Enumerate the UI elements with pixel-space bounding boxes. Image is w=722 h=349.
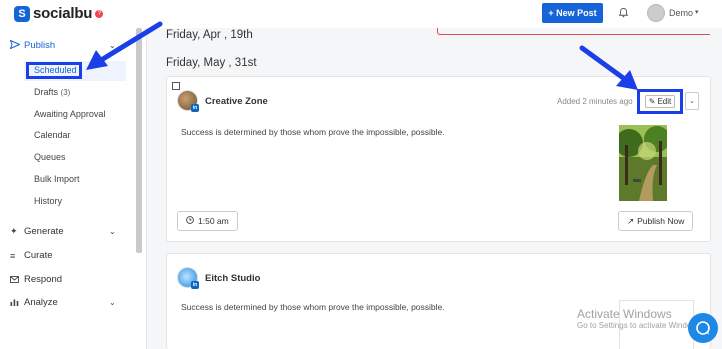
sidebar-item-awaiting-approval[interactable]: Awaiting Approval [34,109,105,119]
post-card: in Eitch Studio Success is determined by… [166,253,711,349]
account-name: Creative Zone [205,96,268,107]
curate-icon: ≡ [10,250,16,261]
user-avatar[interactable] [647,4,665,22]
sidebar-item-curate[interactable]: ≡ Curate [10,250,53,261]
sidebar-item-label: Generate [24,226,64,237]
help-badge-icon[interactable]: ? [95,9,104,18]
previous-card-edge [437,28,710,35]
sidebar-item-generate[interactable]: ✦ Generate [10,226,64,237]
bell-icon[interactable] [618,7,629,21]
post-text: Success is determined by those whom prov… [181,302,445,312]
select-checkbox[interactable] [172,82,180,90]
paper-plane-icon [9,39,21,51]
more-options-chevron-icon[interactable]: ⌄ [685,92,699,110]
sidebar-item-label: Analyze [24,297,58,308]
drafts-count: (3) [60,88,71,97]
mail-icon [10,275,20,285]
sidebar-item-respond[interactable]: Respond [10,274,62,285]
sidebar-item-analyze[interactable]: Analyze [10,297,58,308]
date-heading: Friday, Apr , 19th [166,29,253,41]
post-text: Success is determined by those whom prov… [181,127,445,137]
sidebar-item-publish[interactable]: Publish [9,39,56,51]
sidebar-item-history[interactable]: History [34,196,62,206]
annotation-arrow [579,45,638,90]
activate-windows-title: Activate Windows [577,307,672,321]
chevron-down-icon[interactable]: ⌄ [109,227,116,236]
account-name: Eitch Studio [205,273,261,284]
edit-label-wrap: ✎ Edit [644,95,676,108]
user-name[interactable]: Demo [669,8,693,18]
schedule-time-button[interactable]: 1:50 am [177,211,238,231]
sidebar-item-drafts[interactable]: Drafts (3) [34,87,70,97]
publish-now-label: Publish Now [637,216,685,226]
sidebar-item-calendar[interactable]: Calendar [34,130,71,140]
share-icon: ↗ [627,215,635,226]
edit-button[interactable]: ✎ Edit [637,89,683,114]
sidebar-item-label: Drafts [34,87,59,97]
account-avatar: in [177,90,199,112]
new-post-button[interactable]: + New Post [542,3,603,23]
chevron-down-icon[interactable]: ▾ [695,8,699,16]
linkedin-icon: in [191,281,199,289]
sidebar-item-bulk-import[interactable]: Bulk Import [34,174,80,184]
sidebar-item-label: Publish [24,40,56,51]
edit-label: Edit [657,97,672,106]
schedule-time: 1:50 am [198,216,229,226]
chat-support-icon[interactable] [688,313,718,343]
linkedin-icon: in [191,104,199,112]
sidebar-item-label: Curate [24,250,53,261]
publish-now-button[interactable]: ↗ Publish Now [618,211,694,231]
bar-chart-icon [10,298,20,308]
sidebar: Publish ⌄ Scheduled Drafts (3) Awaiting … [0,28,147,349]
sidebar-item-queues[interactable]: Queues [34,152,66,162]
activate-windows-subtitle: Go to Settings to activate Windows. [577,321,704,330]
scheduled-highlight-box [26,62,82,79]
post-image[interactable] [619,125,667,201]
socialbu-logo-icon: S [14,5,30,22]
clock-icon [186,216,194,226]
pencil-icon: ✎ [648,97,656,106]
account-avatar: in [177,267,199,289]
sparkle-icon: ✦ [10,226,18,236]
sidebar-item-label: Respond [24,274,63,285]
chevron-down-icon[interactable]: ⌄ [109,298,116,307]
date-heading: Friday, May , 31st [166,57,257,69]
annotation-arrow [86,21,163,70]
added-timestamp: Added 2 minutes ago [557,97,633,106]
post-card: in Creative Zone Added 2 minutes ago ✎ E… [166,76,711,242]
